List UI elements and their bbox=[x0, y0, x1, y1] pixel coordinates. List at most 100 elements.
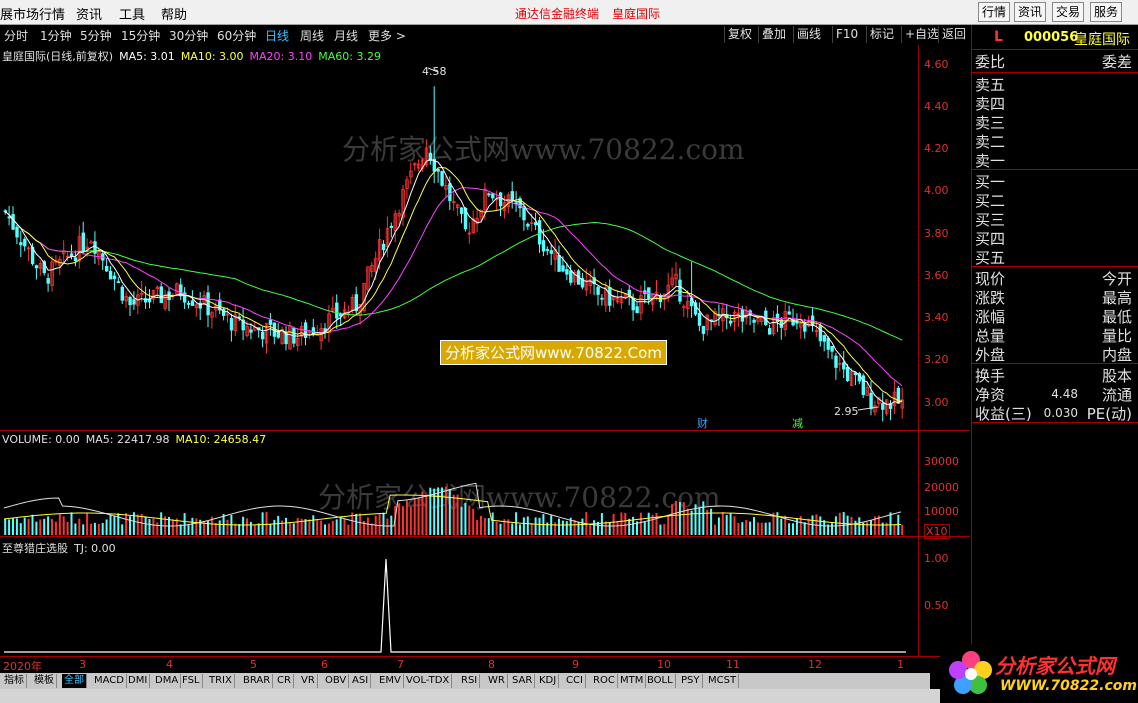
period-5min[interactable]: 5分钟 bbox=[80, 27, 112, 44]
price-tick: 4.40 bbox=[924, 100, 949, 113]
period-30min[interactable]: 30分钟 bbox=[169, 27, 208, 44]
candle-body bbox=[11, 214, 15, 230]
quote-button[interactable]: 行情 bbox=[978, 2, 1011, 22]
candle-body bbox=[608, 287, 612, 306]
service-button[interactable]: 服务 bbox=[1090, 2, 1123, 22]
back-button[interactable]: 返回 bbox=[938, 26, 969, 43]
indicator-tick: 1.00 bbox=[924, 552, 949, 565]
turnover-label: 换手 bbox=[975, 367, 1006, 385]
indicator-tab-sar[interactable]: SAR bbox=[510, 674, 536, 688]
date-label: 3 bbox=[79, 658, 86, 671]
indicator-tab-fsl[interactable]: FSL bbox=[180, 674, 203, 688]
candle-body bbox=[740, 308, 745, 322]
candle-body bbox=[487, 193, 491, 196]
candle-body bbox=[268, 319, 273, 325]
indicator-tab-asi[interactable]: ASI bbox=[350, 674, 372, 688]
indicator-tab-dma[interactable]: DMA bbox=[153, 674, 182, 688]
indicator-tab-rsi[interactable]: RSI bbox=[459, 674, 481, 688]
stat-row: 涨幅 最低 bbox=[974, 306, 1134, 326]
indicator-tab-全部[interactable]: 全部 bbox=[62, 674, 87, 688]
vol-ma10-label: MA10: 24658.47 bbox=[175, 433, 267, 446]
divider bbox=[972, 169, 1138, 170]
period-monthly[interactable]: 月线 bbox=[334, 27, 358, 44]
volume-chart[interactable] bbox=[0, 431, 918, 536]
buy3-label: 买三 bbox=[975, 211, 1006, 229]
add-watchlist-button[interactable]: +自选 bbox=[901, 26, 942, 43]
indicator-chart[interactable] bbox=[0, 537, 918, 656]
period-weekly[interactable]: 周线 bbox=[300, 27, 324, 44]
period-15min[interactable]: 15分钟 bbox=[121, 27, 160, 44]
period-1min[interactable]: 1分钟 bbox=[40, 27, 72, 44]
indicator-tab-psy[interactable]: PSY bbox=[679, 674, 703, 688]
draw-button[interactable]: 画线 bbox=[793, 26, 824, 43]
stat-row: 外盘 内盘 bbox=[974, 344, 1134, 364]
menu-market[interactable]: 展市场行情 bbox=[0, 4, 65, 23]
mark-button[interactable]: 标记 bbox=[866, 26, 897, 43]
indicator-tab-trix[interactable]: TRIX bbox=[207, 674, 235, 688]
indicator-tab-指标[interactable]: 指标 bbox=[2, 674, 27, 688]
period-timeshare[interactable]: 分时 bbox=[4, 27, 28, 44]
kline-panel[interactable]: 皇庭国际(日线,前复权) MA5: 3.01 MA10: 3.00 MA20: 3.1… bbox=[0, 45, 970, 431]
volume-legend: VOLUME: 0.00 MA5: 22417.98 MA10: 24658.47 bbox=[2, 433, 272, 446]
news-button[interactable]: 资讯 bbox=[1014, 2, 1047, 22]
volume-panel[interactable]: VOLUME: 0.00 MA5: 22417.98 MA10: 24658.47 bbox=[0, 431, 970, 537]
menu-tools[interactable]: 工具 bbox=[119, 4, 145, 23]
candle-body bbox=[73, 257, 78, 262]
indicator-tab-boll[interactable]: BOLL bbox=[645, 674, 676, 688]
menu-help[interactable]: 帮助 bbox=[161, 4, 187, 23]
candle-body bbox=[830, 346, 834, 352]
candle-body bbox=[108, 270, 113, 280]
reduce-marker[interactable]: 减 bbox=[792, 415, 803, 431]
volume-label: VOLUME: 0.00 bbox=[2, 433, 80, 446]
indicator-tab-kdj[interactable]: KDJ bbox=[537, 674, 560, 688]
indicator-tab-mtm[interactable]: MTM bbox=[618, 674, 647, 688]
candle-body bbox=[498, 192, 503, 207]
period-60min[interactable]: 60分钟 bbox=[217, 27, 256, 44]
f10-button[interactable]: F10 bbox=[832, 26, 861, 43]
indicator-tab-cr[interactable]: CR bbox=[275, 674, 294, 688]
indicator-tab-brar[interactable]: BRAR bbox=[241, 674, 274, 688]
candle-body bbox=[120, 286, 124, 301]
adjust-button[interactable]: 复权 bbox=[724, 26, 755, 43]
candle-body bbox=[186, 303, 191, 305]
kline-chart[interactable] bbox=[0, 45, 918, 430]
candle-body bbox=[436, 169, 440, 172]
indicator-tab-bar: 指标 模板 全部 MACD DMI DMA FSL TRIX BRAR CR VR OBV ASI EMV… bbox=[0, 673, 930, 689]
candle-body bbox=[34, 265, 39, 269]
finance-marker[interactable]: 财 bbox=[697, 415, 708, 431]
price-tick: 4.20 bbox=[924, 142, 949, 155]
divider bbox=[972, 49, 1138, 50]
menu-news[interactable]: 资讯 bbox=[76, 4, 102, 23]
indicator-tab-wr[interactable]: WR bbox=[486, 674, 508, 688]
period-daily[interactable]: 日线 bbox=[265, 27, 289, 44]
period-more[interactable]: 更多 > bbox=[368, 27, 406, 44]
eps-label: 收益(三) bbox=[975, 405, 1032, 423]
candle-body bbox=[697, 313, 702, 326]
indicator-tab-模板[interactable]: 模板 bbox=[32, 674, 57, 688]
buy4-row: 买四 bbox=[974, 228, 1134, 248]
indicator-tab-macd[interactable]: MACD bbox=[92, 674, 127, 688]
candle-body bbox=[881, 403, 885, 410]
indicator-tab-vr[interactable]: VR bbox=[299, 674, 318, 688]
inner-label: 内盘 bbox=[1101, 346, 1132, 364]
indicator-tab-mcst[interactable]: MCST bbox=[706, 674, 740, 688]
pe-label: PE(动) bbox=[1086, 405, 1132, 423]
indicator-tab-emv[interactable]: EMV bbox=[377, 674, 404, 688]
candle-body bbox=[510, 191, 514, 201]
trade-button[interactable]: 交易 bbox=[1052, 2, 1085, 22]
candle-body bbox=[522, 206, 526, 221]
indicator-tab-cci[interactable]: CCI bbox=[564, 674, 586, 688]
indicator-tab-dmi[interactable]: DMI bbox=[126, 674, 151, 688]
candle-body bbox=[389, 225, 394, 228]
overlay-button[interactable]: 叠加 bbox=[758, 26, 789, 43]
kline-legend: 皇庭国际(日线,前复权) MA5: 3.01 MA10: 3.00 MA20: 3.1… bbox=[2, 48, 387, 64]
indicator-tab-obv[interactable]: OBV bbox=[323, 674, 350, 688]
volume-tick: 30000 bbox=[924, 455, 959, 468]
fin-row: 净资 4.48 流通 bbox=[974, 384, 1134, 404]
sell2-row: 卖二 bbox=[974, 131, 1134, 151]
candle-body bbox=[678, 279, 682, 302]
indicator-tab-vol-tdx[interactable]: VOL-TDX bbox=[404, 674, 453, 688]
axis-separator bbox=[918, 45, 919, 656]
indicator-tab-roc[interactable]: ROC bbox=[591, 674, 618, 688]
indicator-panel[interactable]: 至尊猎庄选股 TJ: 0.00 bbox=[0, 537, 970, 656]
